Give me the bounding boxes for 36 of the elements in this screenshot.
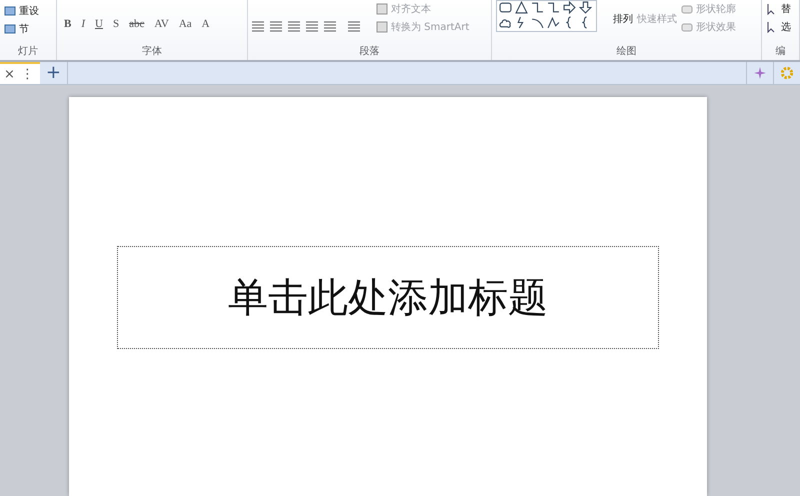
group-label: 字体	[141, 44, 163, 59]
section-icon	[4, 23, 16, 35]
shape-icon[interactable]	[531, 1, 544, 14]
arrange-button[interactable]: 排列	[613, 12, 633, 26]
shape-icon[interactable]	[579, 1, 592, 14]
format-button[interactable]: A	[198, 18, 213, 30]
sparkle-icon	[753, 66, 767, 80]
format-button[interactable]: I	[78, 18, 88, 30]
title-placeholder[interactable]: 单击此处添加标题	[117, 246, 659, 349]
shape-icon[interactable]	[563, 1, 576, 14]
more-icon[interactable]: ⋮	[20, 66, 34, 82]
group-label: 灯片	[17, 44, 39, 59]
layout-icon	[4, 5, 16, 17]
group-label: 编	[774, 44, 786, 59]
shape-icon[interactable]	[515, 1, 528, 14]
group-label: 绘图	[616, 45, 638, 59]
format-button[interactable]: S	[110, 18, 122, 30]
format-button[interactable]: U	[92, 18, 106, 30]
ribbon-button[interactable]: 重设	[4, 4, 39, 18]
document-tab[interactable]: × ⋮	[0, 62, 40, 84]
ribbon-button[interactable]: 选	[766, 20, 791, 34]
shape-icon[interactable]	[499, 1, 512, 14]
format-button[interactable]: Aa	[176, 18, 195, 30]
format-button[interactable]: abc	[126, 18, 148, 30]
shape-icon[interactable]	[547, 16, 560, 29]
shape-icon[interactable]	[547, 1, 560, 14]
shape-icon[interactable]	[531, 16, 544, 29]
title-text: 单击此处添加标题	[228, 274, 548, 322]
group-label: 段落	[358, 44, 380, 59]
ribbon-button[interactable]: 节	[4, 22, 39, 36]
close-icon[interactable]: ×	[4, 66, 15, 82]
format-button[interactable]: B	[61, 18, 74, 30]
settings-icon	[780, 66, 794, 80]
add-tab-button[interactable]: +	[40, 62, 68, 84]
ribbon-button[interactable]: 替	[766, 2, 791, 16]
format-button[interactable]: AV	[151, 18, 172, 30]
